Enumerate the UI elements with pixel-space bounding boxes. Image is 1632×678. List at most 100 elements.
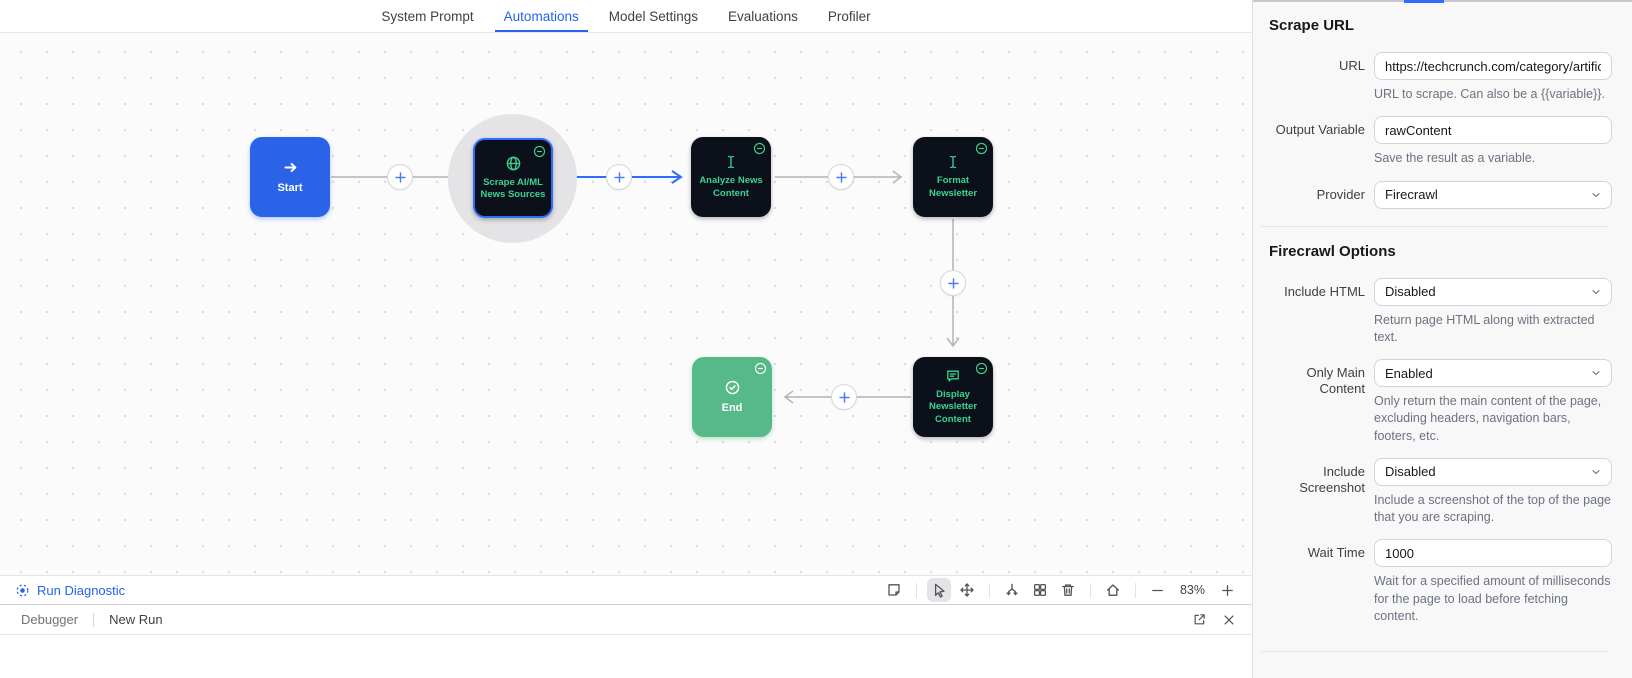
- url-label: URL: [1338, 58, 1365, 73]
- trash-icon: [1060, 582, 1076, 598]
- url-input[interactable]: [1374, 52, 1612, 80]
- chevron-down-icon: [1590, 286, 1602, 298]
- node-start[interactable]: Start: [250, 137, 330, 217]
- url-field-row: URL URL to scrape. Can also be a {{varia…: [1265, 52, 1612, 103]
- chevron-down-icon: [1590, 189, 1602, 201]
- section-divider: [1261, 225, 1608, 227]
- canvas-tools: 83%: [882, 578, 1239, 602]
- section-divider: [1261, 651, 1608, 652]
- note-tool-button[interactable]: [882, 578, 906, 602]
- flow-canvas[interactable]: Start Scrape AI/ML News Sources Analyze …: [0, 33, 1252, 604]
- minus-badge-icon[interactable]: [975, 362, 988, 375]
- chevron-down-icon: [1590, 367, 1602, 379]
- chevron-down-icon: [1590, 466, 1602, 478]
- arrow-right-icon: [282, 159, 299, 176]
- wait-time-row: Wait Time Wait for a specified amount of…: [1265, 539, 1612, 625]
- zoom-out-button[interactable]: [1146, 578, 1170, 602]
- wait-time-help: Wait for a specified amount of milliseco…: [1374, 574, 1611, 623]
- text-cursor-icon: [723, 154, 739, 170]
- include-screenshot-help: Include a screenshot of the top of the p…: [1374, 492, 1611, 524]
- debugger-divider: [93, 612, 95, 627]
- node-label: Start: [277, 181, 303, 194]
- run-diagnostic-button[interactable]: Run Diagnostic: [15, 583, 125, 598]
- toolbar-divider: [988, 582, 990, 598]
- home-view-button[interactable]: [1101, 578, 1125, 602]
- delete-button[interactable]: [1056, 578, 1080, 602]
- debugger-actions: [1192, 612, 1236, 627]
- node-label: Analyze News Content: [699, 175, 763, 199]
- canvas-toolbar: Run Diagnostic 83%: [0, 575, 1252, 604]
- tab-automations[interactable]: Automations: [494, 0, 588, 32]
- message-square-icon: [945, 368, 961, 384]
- add-node-button[interactable]: [828, 164, 854, 190]
- zoom-in-icon: [1220, 583, 1235, 598]
- auto-layout-button[interactable]: [1000, 578, 1024, 602]
- minus-badge-icon[interactable]: [533, 145, 546, 158]
- inspector-panel: Scrape URL URL URL to scrape. Can also b…: [1253, 0, 1632, 678]
- toolbar-divider: [1134, 582, 1136, 598]
- output-variable-row: Output Variable Save the result as a var…: [1265, 116, 1612, 167]
- plus-icon: [613, 171, 626, 184]
- auto-layout-icon: [1004, 582, 1020, 598]
- check-circle-icon: [724, 379, 741, 396]
- include-html-label: Include HTML: [1284, 283, 1365, 299]
- minus-badge-icon[interactable]: [975, 142, 988, 155]
- add-node-button[interactable]: [940, 270, 966, 296]
- node-format-newsletter[interactable]: Format Newsletter: [913, 137, 993, 217]
- panel-top-accent: [1404, 0, 1444, 3]
- add-node-button[interactable]: [387, 164, 413, 190]
- grid-view-button[interactable]: [1028, 578, 1052, 602]
- minus-badge-icon[interactable]: [753, 142, 766, 155]
- edges-layer: [331, 170, 960, 404]
- zoom-level: 83%: [1179, 583, 1205, 597]
- select-tool-button[interactable]: [926, 578, 951, 602]
- include-html-row: Include HTML Disabled Return page HTML a…: [1265, 277, 1612, 347]
- add-node-button[interactable]: [831, 384, 857, 410]
- top-nav: System Prompt Automations Model Settings…: [0, 0, 1252, 33]
- debugger-header: Debugger New Run: [0, 605, 1252, 635]
- plus-icon: [394, 171, 407, 184]
- include-screenshot-select[interactable]: Disabled: [1374, 457, 1612, 486]
- node-end[interactable]: End: [692, 357, 772, 437]
- new-run-tab[interactable]: New Run: [109, 612, 162, 627]
- include-html-select[interactable]: Disabled: [1374, 277, 1612, 306]
- output-variable-label: Output Variable: [1275, 122, 1365, 138]
- node-label: Display Newsletter Content: [928, 388, 978, 425]
- external-link-icon: [1192, 612, 1207, 627]
- wait-time-input[interactable]: [1374, 539, 1612, 568]
- text-cursor-icon: [945, 154, 961, 170]
- tab-model-settings[interactable]: Model Settings: [609, 0, 698, 32]
- only-main-content-select[interactable]: Enabled: [1374, 359, 1612, 387]
- output-variable-input[interactable]: [1374, 116, 1612, 145]
- options-title: Firecrawl Options: [1269, 242, 1396, 260]
- node-label: Format Newsletter: [928, 175, 978, 199]
- add-node-button[interactable]: [606, 164, 632, 190]
- grid-icon: [1032, 582, 1048, 598]
- pointer-icon: [931, 582, 947, 598]
- run-diagnostic-icon: [15, 583, 30, 598]
- globe-icon: [505, 155, 522, 172]
- toolbar-divider: [915, 582, 917, 598]
- minus-badge-icon[interactable]: [754, 362, 767, 375]
- close-debugger-button[interactable]: [1222, 613, 1236, 627]
- move-tool-button[interactable]: [955, 578, 979, 602]
- node-scrape-news[interactable]: Scrape AI/ML News Sources: [473, 138, 553, 218]
- tab-system-prompt[interactable]: System Prompt: [381, 0, 473, 32]
- zoom-in-button[interactable]: [1215, 578, 1239, 602]
- close-icon: [1222, 613, 1236, 627]
- tab-evaluations[interactable]: Evaluations: [728, 0, 798, 32]
- node-display-newsletter[interactable]: Display Newsletter Content: [913, 357, 993, 437]
- provider-select[interactable]: Firecrawl: [1374, 180, 1612, 209]
- node-label: Scrape AI/ML News Sources: [480, 176, 546, 200]
- tab-profiler[interactable]: Profiler: [828, 0, 871, 32]
- include-html-value: Disabled: [1385, 284, 1436, 299]
- node-analyze-news[interactable]: Analyze News Content: [691, 137, 771, 217]
- zoom-out-icon: [1150, 583, 1165, 598]
- include-screenshot-label: Include Screenshot: [1299, 463, 1365, 495]
- open-external-button[interactable]: [1192, 612, 1207, 627]
- only-main-content-help: Only return the main content of the page…: [1374, 394, 1602, 443]
- inspector-title: Scrape URL: [1269, 17, 1355, 34]
- wait-time-label: Wait Time: [1307, 545, 1365, 561]
- node-label: End: [721, 401, 743, 414]
- run-diagnostic-label: Run Diagnostic: [37, 582, 126, 598]
